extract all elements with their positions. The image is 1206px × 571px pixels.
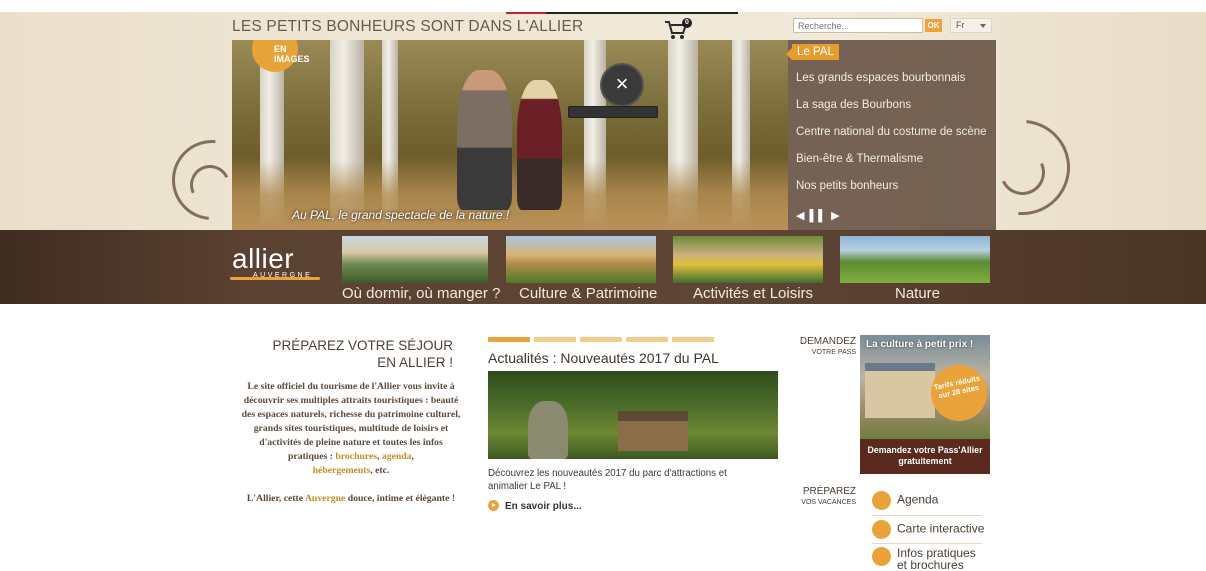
map-icon <box>872 520 891 539</box>
news-tab[interactable] <box>672 337 714 342</box>
language-value: Fr <box>956 20 965 30</box>
pass-heading-sub: VOTRE PASS <box>811 349 856 356</box>
prepare-heading-main: PRÉPAREZ <box>802 486 856 497</box>
close-button[interactable]: × <box>600 63 644 107</box>
tool-label: Agenda <box>897 492 939 507</box>
intro-p2-end: douce, intime et élégante ! <box>345 493 456 504</box>
calendar-icon <box>872 491 891 510</box>
logo-text: allier <box>232 243 295 274</box>
hero-person-man <box>457 70 512 210</box>
divider <box>872 515 982 516</box>
intro-title: PRÉPAREZ VOTRE SÉJOUR EN ALLIER ! <box>272 338 453 370</box>
news-title[interactable]: Actualités : Nouveautés 2017 du PAL <box>488 350 719 366</box>
pass-cta: Demandez votre Pass'Allier gratuitement <box>860 439 990 474</box>
tool-agenda[interactable]: Agenda <box>872 491 987 510</box>
read-more-link[interactable]: En savoir plus... <box>488 500 582 512</box>
language-select[interactable]: Fr <box>950 18 992 33</box>
pass-image-building <box>865 363 935 418</box>
read-more-label: En savoir plus... <box>505 501 582 512</box>
link-agenda[interactable]: agenda <box>382 451 412 462</box>
divider <box>872 543 982 544</box>
intro-p1-end: , etc. <box>370 465 390 476</box>
intro-text: Le site officiel du tourisme de l'Allier… <box>240 380 462 506</box>
arrow-left-icon <box>786 48 792 60</box>
link-hebergements[interactable]: hébergements <box>313 465 371 476</box>
hero-caption: Au PAL, le grand spectacle de la nature … <box>292 208 510 222</box>
news-tab[interactable] <box>626 337 668 342</box>
news-tab[interactable] <box>580 337 622 342</box>
intro-p2: L'Allier, cette <box>246 493 305 504</box>
slider-menu: Le PAL Les grands espaces bourbonnais La… <box>786 40 996 230</box>
prepare-heading: PRÉPAREZ VOS VACANCES <box>770 486 856 508</box>
search-input[interactable] <box>793 18 923 33</box>
link-auvergne[interactable]: Auvergne <box>305 493 345 504</box>
pass-headline: La culture à petit prix ! <box>866 339 974 350</box>
tool-label: Infos pratiques et brochures <box>897 546 976 571</box>
allier-logo[interactable]: allier AUVERGNE <box>230 243 320 280</box>
info-icon <box>872 547 891 566</box>
cart-count-badge: 0 <box>682 18 692 28</box>
slideshow-controls[interactable]: ◀ ▌▌ ▶ <box>796 209 841 222</box>
news-tab[interactable] <box>534 337 576 342</box>
nav-thumb-dormir[interactable] <box>342 236 488 283</box>
hero-slideshow[interactable]: EN IMAGES × Au PAL, le grand spectacle d… <box>232 40 788 230</box>
news-tab[interactable] <box>488 337 530 342</box>
slider-item-petits-bonheurs[interactable]: Nos petits bonheurs <box>796 180 898 192</box>
tool-infos[interactable]: Infos pratiques et brochures <box>872 547 987 571</box>
news-image-cabin <box>618 411 688 451</box>
page: LES PETITS BONHEURS SONT DANS L'ALLIER 0… <box>0 0 1206 571</box>
nav-item-nature[interactable]: Nature <box>895 285 940 302</box>
slider-item-saga-bourbons[interactable]: La saga des Bourbons <box>796 99 911 111</box>
arrow-right-icon <box>488 500 499 511</box>
tool-label: Carte interactive <box>897 521 985 536</box>
slider-item-label: Le PAL <box>797 46 834 58</box>
nav-thumb-activites[interactable] <box>673 236 823 283</box>
news-tabs <box>488 337 714 342</box>
chevron-down-icon <box>980 24 986 28</box>
nav-thumb-culture[interactable] <box>506 236 656 283</box>
hero-person-woman <box>517 80 562 210</box>
slider-item-bien-etre[interactable]: Bien-être & Thermalisme <box>796 153 923 165</box>
news-text: Découvrez les nouveautés 2017 du parc d'… <box>488 468 727 492</box>
prepare-heading-sub: VOS VACANCES <box>801 499 856 506</box>
pass-banner[interactable]: La culture à petit prix ! Tarifs réduits… <box>860 335 990 474</box>
pass-heading: DEMANDEZ VOTRE PASS <box>770 336 856 358</box>
slider-item-le-pal[interactable]: Le PAL <box>786 44 839 60</box>
pass-badge: Tarifs réduits sur 28 sites <box>925 359 990 427</box>
en-images-badge: EN IMAGES <box>252 40 310 72</box>
pass-heading-main: DEMANDEZ <box>799 336 856 347</box>
slider-item-costume[interactable]: Centre national du costume de scène <box>796 126 987 138</box>
intro-sep: , <box>411 451 414 462</box>
slider-item-grands-espaces[interactable]: Les grands espaces bourbonnais <box>796 72 965 84</box>
news-image[interactable] <box>488 371 778 459</box>
tool-carte[interactable]: Carte interactive <box>872 520 987 539</box>
nav-item-culture[interactable]: Culture & Patrimoine <box>519 285 657 302</box>
news-image-animal <box>528 401 568 459</box>
nav-thumb-nature[interactable] <box>840 236 990 283</box>
nav-item-activites[interactable]: Activités et Loisirs <box>693 285 813 302</box>
logo-swoosh <box>230 277 320 280</box>
link-brochures[interactable]: brochures <box>335 451 377 462</box>
search-submit-button[interactable]: OK <box>925 19 942 32</box>
top-accent-line <box>506 12 738 14</box>
intro-p1: Le site officiel du tourisme de l'Allier… <box>241 381 461 462</box>
site-tagline: LES PETITS BONHEURS SONT DANS L'ALLIER <box>232 18 584 35</box>
slideshow-progress-bar <box>568 106 658 118</box>
nav-item-dormir[interactable]: Où dormir, où manger ? <box>342 285 500 302</box>
